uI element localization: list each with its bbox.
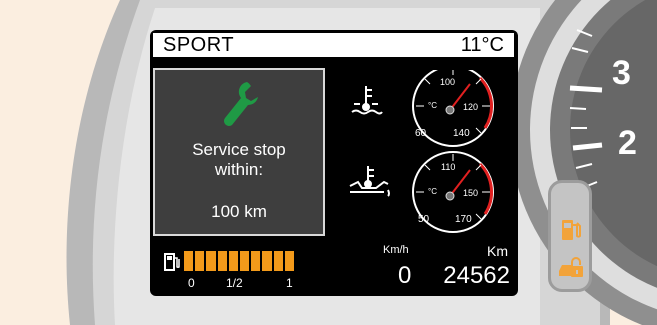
fuel-segment bbox=[273, 251, 283, 271]
fuel-segment bbox=[206, 251, 216, 271]
fuel-pump-icon bbox=[164, 253, 180, 271]
fuel-segment bbox=[240, 251, 250, 271]
fuel-segment bbox=[251, 251, 261, 271]
oil-gauge: °C 110 150 50 170 bbox=[412, 151, 494, 233]
coolant-temperature-icon bbox=[351, 86, 383, 115]
fuel-segment bbox=[184, 251, 194, 271]
fuel-segment bbox=[262, 251, 272, 271]
immobilizer-lock-icon bbox=[559, 257, 583, 277]
oil-tick-50: 50 bbox=[418, 214, 430, 225]
fuel-segment bbox=[195, 251, 205, 271]
oil-tick-170: 170 bbox=[455, 214, 472, 225]
odometer-readout: 24562 bbox=[443, 262, 510, 289]
fuel-scale-full: 1 bbox=[286, 276, 293, 290]
speed-readout: 0 bbox=[398, 262, 412, 289]
coolant-tick-120: 120 bbox=[463, 102, 478, 112]
odometer-unit: Km bbox=[487, 243, 508, 259]
service-distance: 100 km bbox=[211, 202, 267, 221]
oil-tick-110: 110 bbox=[441, 162, 455, 172]
trip-bar: 0 1/2 1 Km/h Km 0 24562 bbox=[150, 242, 518, 296]
service-notice: Service stop within: 100 km bbox=[153, 68, 325, 236]
coolant-gauge: °C 100 120 60 140 bbox=[412, 70, 494, 147]
fuel-reserve-icon bbox=[562, 220, 581, 240]
fuel-scale-half: 1/2 bbox=[226, 276, 243, 290]
tach-label-3: 3 bbox=[612, 54, 631, 92]
service-text-line2: within: bbox=[214, 160, 264, 179]
wrench-icon bbox=[224, 82, 258, 126]
fuel-segment bbox=[228, 251, 239, 271]
oil-tick-150: 150 bbox=[463, 188, 478, 198]
warning-light-panel bbox=[548, 180, 592, 292]
fuel-segment bbox=[217, 251, 227, 271]
instrument-cluster: 3 2 SPORT 11°C Service stop within: 100 … bbox=[0, 0, 657, 325]
status-bar: SPORT 11°C bbox=[153, 33, 514, 57]
coolant-tick-140: 140 bbox=[453, 128, 470, 139]
info-display: SPORT 11°C Service stop within: 100 km °… bbox=[150, 30, 518, 296]
drive-mode: SPORT bbox=[163, 34, 235, 56]
fuel-segment bbox=[284, 251, 295, 271]
outside-temperature: 11°C bbox=[460, 34, 504, 56]
tach-label-2: 2 bbox=[618, 124, 637, 162]
fuel-level-bar bbox=[184, 251, 295, 271]
speed-unit: Km/h bbox=[383, 244, 409, 256]
temperature-gauges: °C 100 120 60 140 °C 110 150 50 170 bbox=[349, 70, 494, 233]
oil-temperature-icon bbox=[349, 166, 390, 197]
oil-unit: °C bbox=[428, 187, 437, 196]
service-text-line1: Service stop bbox=[192, 140, 286, 159]
coolant-tick-60: 60 bbox=[415, 128, 427, 139]
fuel-scale-empty: 0 bbox=[188, 276, 195, 290]
coolant-tick-100: 100 bbox=[440, 77, 455, 87]
coolant-unit: °C bbox=[428, 101, 437, 110]
